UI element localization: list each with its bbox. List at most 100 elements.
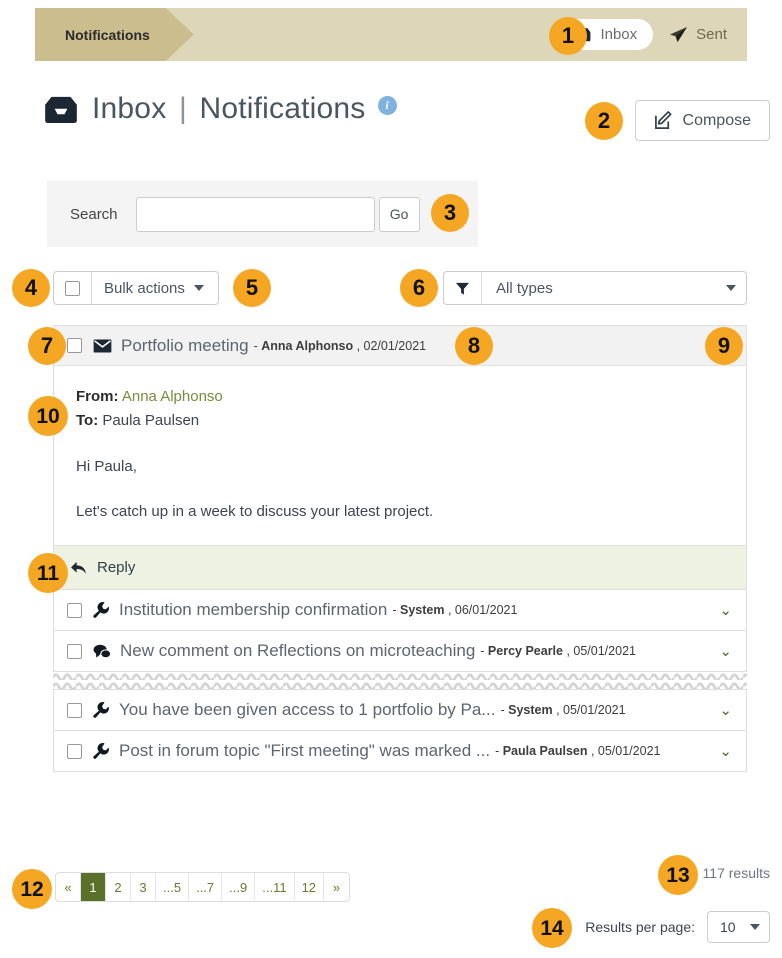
- notification-list: Portfolio meeting - Anna Alphonso , 02/0…: [53, 325, 747, 772]
- notification-meta: - System , 05/01/2021: [500, 703, 626, 717]
- callout-10: 10: [28, 396, 68, 436]
- notification-subject: Post in forum topic "First meeting" was …: [119, 741, 491, 760]
- pagination-page-5[interactable]: ...5: [156, 873, 190, 901]
- from-person-link[interactable]: Anna Alphonso: [122, 388, 223, 405]
- pagination-page-11[interactable]: ...11: [255, 873, 295, 901]
- compose-button[interactable]: Compose: [634, 100, 770, 141]
- pagination-page-2[interactable]: 2: [106, 873, 131, 901]
- chevron-down-icon[interactable]: ⌄: [709, 744, 732, 759]
- notification-header[interactable]: Post in forum topic "First meeting" was …: [54, 731, 746, 771]
- message-to-line: To: Paula Paulsen: [76, 410, 724, 432]
- select-all-checkbox-cell[interactable]: [54, 272, 92, 304]
- select-all-checkbox[interactable]: [65, 280, 80, 296]
- pagination-page-1[interactable]: 1: [81, 873, 106, 901]
- pagination-page-3[interactable]: 3: [131, 873, 156, 901]
- chevron-down-icon[interactable]: ⌄: [709, 703, 732, 718]
- tab-sent-label: Sent: [696, 26, 727, 43]
- notification-sender: Anna Alphonso: [261, 338, 354, 353]
- notification-sender: System: [508, 703, 553, 717]
- info-icon[interactable]: i: [377, 96, 397, 115]
- top-navigation-bar: Notifications Inbox Sent: [35, 8, 747, 61]
- notification-date: 02/01/2021: [363, 338, 427, 353]
- reply-label: Reply: [97, 559, 136, 576]
- callout-14: 14: [532, 908, 572, 948]
- pagination-next[interactable]: »: [324, 873, 349, 901]
- notification-row: You have been given access to 1 portfoli…: [53, 689, 747, 731]
- callout-6: 6: [400, 269, 438, 307]
- callout-13: 13: [658, 855, 698, 895]
- tab-inbox-label: Inbox: [600, 26, 638, 43]
- wrench-icon: [93, 743, 110, 759]
- type-filter-group[interactable]: All types: [443, 271, 747, 305]
- wave-line-top: [53, 672, 747, 680]
- message-from-line: From: Anna Alphonso: [76, 386, 724, 408]
- wrench-icon: [93, 602, 110, 618]
- inbox-header-icon: [42, 95, 80, 124]
- callout-8: 8: [455, 327, 493, 365]
- chevron-down-icon: [193, 285, 204, 291]
- pagination-page-12[interactable]: 12: [295, 873, 325, 901]
- notification-row: Institution membership confirmation - Sy…: [53, 590, 747, 631]
- results-count: 117 results: [702, 865, 770, 881]
- message-greeting: Hi Paula,: [76, 457, 137, 475]
- search-input[interactable]: [135, 196, 375, 232]
- row-checkbox[interactable]: [67, 643, 82, 659]
- results-per-page-select[interactable]: 10: [707, 911, 770, 943]
- chevron-down-icon: [750, 924, 760, 930]
- row-checkbox[interactable]: [67, 702, 82, 718]
- to-label: To:: [76, 411, 99, 429]
- pagination-prev[interactable]: «: [56, 873, 81, 901]
- row-checkbox[interactable]: [67, 743, 82, 759]
- callout-1: 1: [549, 17, 587, 55]
- tab-sent[interactable]: Sent: [653, 19, 735, 50]
- page-title-sub: Notifications: [199, 92, 366, 125]
- notification-meta: - System , 06/01/2021: [392, 603, 518, 617]
- type-filter-select[interactable]: All types: [482, 272, 746, 304]
- type-filter-value: All types: [496, 279, 553, 297]
- notification-header[interactable]: Portfolio meeting - Anna Alphonso , 02/0…: [54, 326, 746, 366]
- notification-date: 05/01/2021: [563, 703, 626, 717]
- compose-button-label: Compose: [682, 111, 751, 129]
- callout-12: 12: [12, 869, 52, 909]
- bulk-actions-label: Bulk actions: [104, 279, 185, 297]
- chevron-down-icon[interactable]: ⌄: [709, 603, 732, 618]
- topbar-section-tab[interactable]: Notifications: [35, 8, 194, 61]
- notification-subject: New comment on Reflections on microteach…: [120, 641, 476, 660]
- notification-header[interactable]: New comment on Reflections on microteach…: [54, 631, 746, 671]
- notification-date: 05/01/2021: [597, 744, 661, 758]
- bulk-actions-group: Bulk actions: [53, 271, 219, 305]
- callout-4: 4: [12, 269, 50, 307]
- results-per-page-label: Results per page:: [585, 919, 695, 935]
- notification-row-expanded: Portfolio meeting - Anna Alphonso , 02/0…: [53, 325, 747, 590]
- bulk-actions-dropdown[interactable]: Bulk actions: [92, 272, 218, 304]
- notification-meta: - Anna Alphonso , 02/01/2021: [253, 338, 427, 353]
- notification-subject: Portfolio meeting: [121, 335, 249, 355]
- search-go-button[interactable]: Go: [378, 196, 420, 232]
- callout-2: 2: [585, 102, 623, 140]
- notification-body: From: Anna Alphonso To: Paula Paulsen Hi…: [54, 366, 746, 545]
- notification-subject: You have been given access to 1 portfoli…: [119, 700, 496, 719]
- notification-header[interactable]: Institution membership confirmation - Sy…: [54, 590, 746, 630]
- search-label: Search: [70, 205, 118, 223]
- pagination-page-9[interactable]: ...9: [222, 873, 256, 901]
- notification-header[interactable]: You have been given access to 1 portfoli…: [54, 690, 746, 730]
- notification-meta: - Paula Paulsen , 05/01/2021: [495, 744, 661, 758]
- chevron-down-icon[interactable]: ⌄: [709, 644, 732, 659]
- compose-pencil-icon: [654, 111, 673, 130]
- notification-subject: Institution membership confirmation: [119, 600, 388, 619]
- reply-button[interactable]: Reply: [54, 545, 746, 589]
- message-text: Let's catch up in a week to discuss your…: [76, 503, 434, 521]
- from-label: From:: [76, 388, 119, 405]
- results-per-page: Results per page: 10: [585, 911, 770, 943]
- notification-meta: - Percy Pearle , 05/01/2021: [480, 644, 636, 658]
- results-per-page-value: 10: [720, 919, 736, 935]
- row-checkbox[interactable]: [67, 602, 82, 618]
- notification-sender: Paula Paulsen: [502, 744, 588, 758]
- pagination-page-7[interactable]: ...7: [189, 873, 223, 901]
- callout-11: 11: [28, 553, 68, 593]
- callout-3: 3: [431, 194, 469, 232]
- chevron-down-icon: [726, 285, 736, 291]
- topbar-section-label: Notifications: [65, 26, 150, 43]
- page-title-main: Inbox: [92, 92, 167, 125]
- row-checkbox[interactable]: [67, 338, 82, 353]
